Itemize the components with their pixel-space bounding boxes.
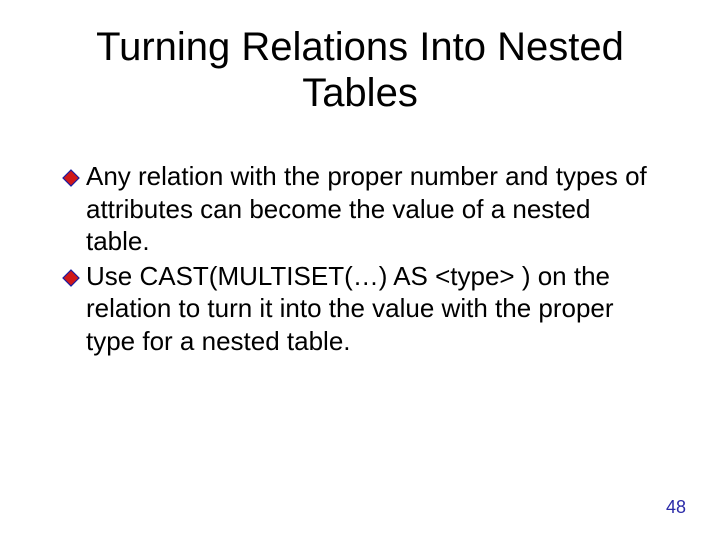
list-item: Any relation with the proper number and … [62, 160, 658, 258]
list-item: Use CAST(MULTISET(…) AS <type> ) on the … [62, 260, 658, 358]
page-number: 48 [666, 497, 686, 518]
slide-body: Any relation with the proper number and … [62, 160, 658, 359]
diamond-shape [63, 170, 79, 186]
bullet-text: Use CAST(MULTISET(…) AS <type> ) on the … [86, 260, 658, 358]
diamond-shape [63, 270, 79, 286]
slide-title: Turning Relations Into Nested Tables [0, 24, 720, 116]
bullet-text: Any relation with the proper number and … [86, 160, 658, 258]
diamond-bullet-icon [62, 169, 80, 187]
slide: Turning Relations Into Nested Tables Any… [0, 0, 720, 540]
diamond-bullet-icon [62, 269, 80, 287]
